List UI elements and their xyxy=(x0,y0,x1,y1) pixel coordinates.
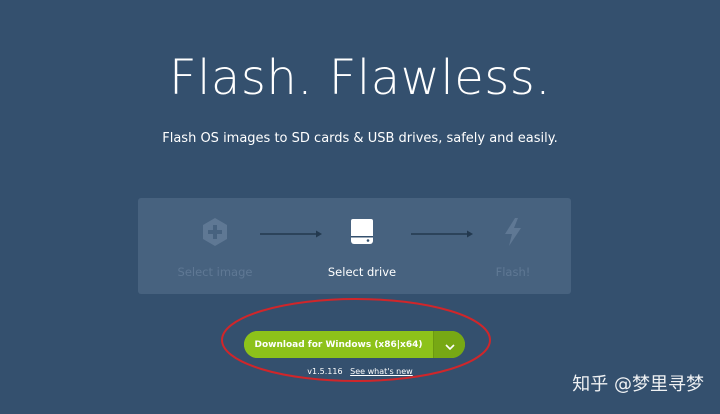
step-flash: Flash! xyxy=(463,216,563,279)
step-select-drive[interactable]: Select drive xyxy=(312,216,412,279)
chevron-down-icon xyxy=(444,335,455,354)
watermark-text: 知乎 @梦里寻梦 xyxy=(572,374,704,395)
hero-subtitle: Flash OS images to SD cards & USB drives… xyxy=(162,131,558,146)
drive-icon xyxy=(346,216,378,248)
step-label-select-drive: Select drive xyxy=(327,265,397,279)
version-number: v1.5.116 xyxy=(307,367,343,376)
step-label-flash: Flash! xyxy=(495,265,531,279)
lightning-bolt-icon xyxy=(497,216,529,248)
whats-new-link[interactable]: See what's new xyxy=(350,367,413,376)
download-button[interactable]: Download for Windows (x86|x64) xyxy=(244,331,433,358)
step-select-image: Select image xyxy=(165,216,265,279)
steps-panel: Select image Select drive Flash! xyxy=(138,198,571,294)
download-dropdown-button[interactable] xyxy=(433,331,465,358)
step-label-select-image: Select image xyxy=(177,265,253,279)
hero-title: Flash. Flawless. xyxy=(168,50,552,106)
download-button-group: Download for Windows (x86|x64) xyxy=(244,331,465,358)
plus-hexagon-icon xyxy=(199,216,231,248)
etcher-landing-page: Flash. Flawless. Flash OS images to SD c… xyxy=(0,0,720,414)
